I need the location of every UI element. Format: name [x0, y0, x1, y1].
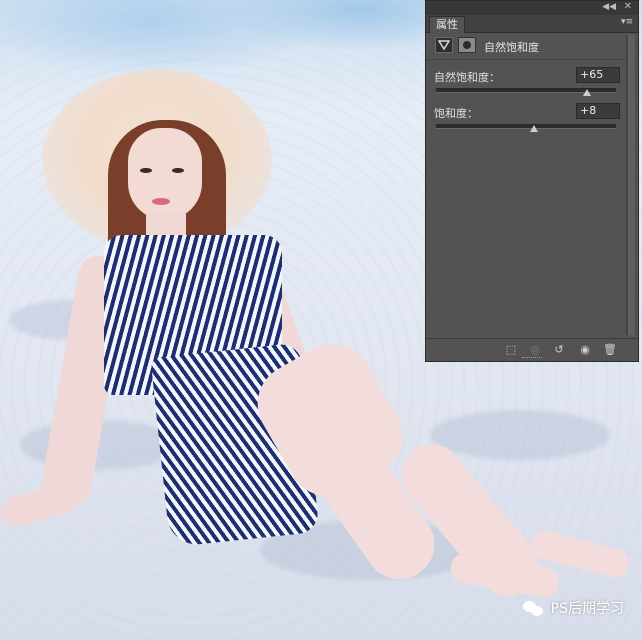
saturation-label: 饱和度：	[434, 107, 478, 120]
saturation-input[interactable]: +8	[576, 103, 620, 119]
face	[128, 128, 202, 220]
panel-tabbar: 属性 ▾≡	[426, 15, 638, 33]
reset-icon[interactable]: ↺	[550, 342, 568, 358]
left-hand	[0, 480, 83, 530]
watermark: PS后期学习	[522, 598, 624, 618]
resize-grip[interactable]	[522, 357, 542, 360]
properties-panel: ◀◀ ✕ 属性 ▾≡ 自然饱和度 自然饱和度： +65 饱和度： +8 ⬚ ◎ …	[425, 0, 639, 362]
layer-mask-icon[interactable]	[458, 37, 476, 53]
trash-icon[interactable]: 🗑	[601, 342, 619, 358]
adjustment-header: 自然饱和度	[426, 33, 638, 60]
saturation-slider-track[interactable]	[436, 124, 616, 129]
view-previous-state-icon[interactable]: ◎	[526, 342, 544, 358]
tab-properties[interactable]: 属性	[429, 16, 465, 33]
vibrance-label: 自然饱和度：	[434, 71, 500, 84]
right-eye	[172, 168, 184, 173]
vibrance-slider-thumb[interactable]	[583, 89, 591, 96]
vibrance-adjustment-icon	[435, 37, 453, 53]
close-icon[interactable]: ✕	[624, 1, 632, 12]
adjustment-title: 自然饱和度	[484, 41, 539, 54]
panel-footer: ⬚ ◎ ↺ ◉ 🗑	[426, 338, 638, 361]
collapse-icon[interactable]: ◀◀	[602, 2, 616, 12]
sand-shadow	[430, 410, 610, 460]
clip-to-layer-icon[interactable]: ⬚	[502, 342, 520, 358]
saturation-slider-thumb[interactable]	[530, 125, 538, 132]
watermark-text: PS后期学习	[550, 601, 624, 617]
panel-titlebar: ◀◀ ✕	[426, 1, 638, 15]
scrollbar-thumb[interactable]	[628, 35, 635, 335]
left-eye	[140, 168, 152, 173]
wechat-icon	[522, 599, 545, 617]
visibility-eye-icon[interactable]: ◉	[576, 342, 594, 358]
panel-menu-icon[interactable]: ▾≡	[621, 17, 633, 27]
panel-scrollbar[interactable]	[626, 35, 636, 335]
vibrance-input[interactable]: +65	[576, 67, 620, 83]
lips	[152, 198, 170, 205]
